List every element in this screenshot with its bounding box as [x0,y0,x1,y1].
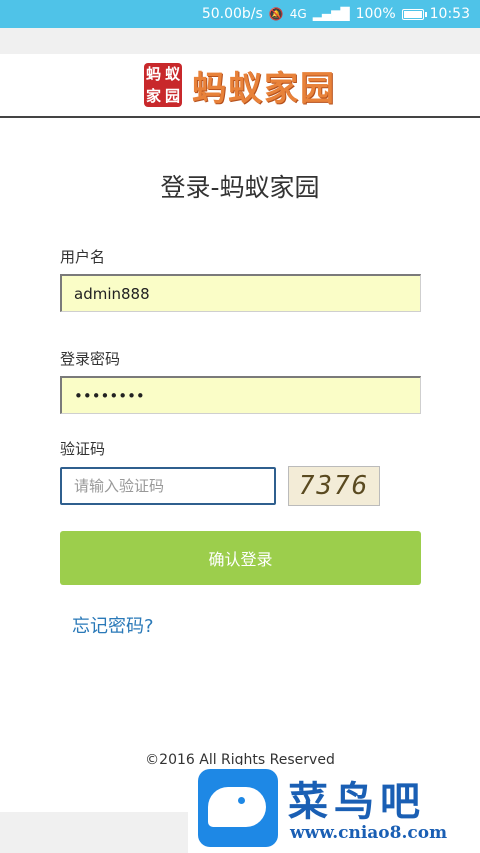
status-bar: 50.00b/s 🔕 4G ▂▄▆█ 100% 10:53 [0,0,480,28]
signal-icon: 4G [289,7,307,21]
seal-char: 蚂 [145,64,161,83]
captcha-label: 验证码 [60,440,106,458]
clock: 10:53 [429,6,470,22]
site-header: 蚂 蚁 家 园 蚂蚁家园 [0,54,480,118]
captcha-image[interactable]: 7376 [288,466,380,506]
bird-shape [208,787,266,827]
username-label: 用户名 [60,248,106,266]
forgot-password-link[interactable]: 忘记密码? [72,612,154,638]
battery-percent: 100% [355,6,396,22]
captcha-code: 7376 [298,471,370,501]
watermark-url: www.cniao8.com [290,823,448,843]
password-field[interactable]: •••••••• [60,376,421,414]
seal-char: 蚁 [164,64,180,83]
captcha-input[interactable] [60,467,276,505]
top-spacer [0,28,480,54]
signal-bars-icon: ▂▄▆█ [312,7,350,21]
network-speed: 50.00b/s [201,6,263,22]
watermark: 菜鸟吧 www.cniao8.com [188,765,480,853]
password-label: 登录密码 [60,350,121,368]
seal-char: 家 [145,86,161,105]
page-title: 登录-蚂蚁家园 [160,173,320,202]
mute-icon: 🔕 [268,7,284,21]
battery-icon [401,8,427,20]
username-field[interactable]: admin888 [60,274,421,312]
watermark-name: 菜鸟吧 [288,778,426,825]
brand-logo-text[interactable]: 蚂蚁家园 [192,61,336,110]
battery-fill [403,10,422,18]
login-button[interactable]: 确认登录 [60,531,421,585]
bird-logo-icon [198,769,278,847]
seal-char: 园 [164,86,180,105]
logo-seal: 蚂 蚁 家 园 [144,63,182,107]
bird-eye [238,797,245,804]
